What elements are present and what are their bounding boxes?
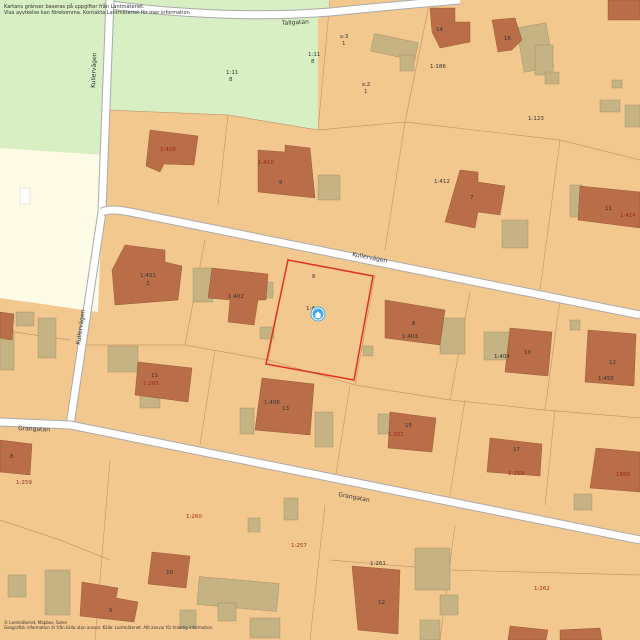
parcel-label: 1:262 (534, 586, 550, 592)
parcel-label: 11 (605, 206, 612, 212)
parcel-label: 12 (609, 360, 616, 366)
parcel-label: 10 (524, 350, 531, 356)
parcel-label: 1:409 (160, 147, 176, 153)
parcel-label: s:3 (340, 34, 349, 40)
parcel-label: 1 (364, 89, 368, 95)
parcel-label: 1:406 (264, 400, 280, 406)
parcel-label: 1:302 (388, 432, 404, 438)
parcel-label: 1:404 (494, 354, 510, 360)
parcel-label: 9 (279, 180, 283, 186)
parcel-label: 1:11 (226, 70, 238, 76)
parcel-label: 15 (405, 423, 412, 429)
parcel-label: 1:402 (228, 294, 244, 300)
parcel-label: 1:410 (258, 160, 274, 166)
parcel-label: 1:186 (430, 64, 446, 70)
home-pin-icon[interactable] (310, 306, 326, 322)
parcel-label: 1889 (616, 472, 630, 478)
notice-line: Visa avvikelse kan förekomma. Kontakta L… (4, 10, 192, 16)
parcel-label: 13 (282, 406, 289, 412)
parcel-label: 8 (311, 59, 315, 65)
parcel-label: 11 (151, 373, 158, 379)
parcel-label: 1:412 (434, 179, 450, 185)
map-copyright: © Lantmäteriet, Mapbox, Solen Geografisk… (4, 620, 213, 630)
parcel-label: 1:401 (140, 273, 156, 279)
parcel-label: 1:123 (528, 116, 544, 122)
shed (19, 187, 31, 205)
parcel-label: 1:257 (291, 543, 307, 549)
parcel-label: 14 (436, 27, 443, 33)
parcel-label: 17 (513, 447, 520, 453)
copyright-line: Geografisk information är från källa uta… (4, 625, 214, 630)
parcel-label: 1:11 (308, 52, 320, 58)
parcel-label: 5 (109, 608, 113, 614)
parcel-label: 1:205 (143, 381, 159, 387)
parcel-label: 1:260 (186, 514, 202, 520)
parcel-label: 6 (312, 274, 316, 280)
parcel-label: s:2 (362, 82, 370, 88)
parcel-label: 12 (378, 600, 385, 606)
street-label-kullervagen-left: Kullervägen (90, 52, 98, 88)
parcel-label: 1:259 (508, 471, 524, 477)
parcel-label: 1:403 (402, 334, 418, 340)
parcel-label: 8 (229, 77, 233, 83)
parcel-label: 7 (470, 195, 474, 201)
parcel-label: 2 (146, 281, 150, 287)
parcel-label: 8 (412, 321, 416, 327)
parcel-label: 1:455 (598, 376, 614, 382)
parcel-label: 1:259 (16, 480, 32, 486)
map-canvas: Tallgatan Kullervägen Kullervägen Kuller… (0, 0, 640, 640)
parcel-label: 1 (342, 41, 346, 47)
parcel-label: 8 (10, 454, 14, 460)
street-label-tallgatan: Tallgatan (281, 19, 310, 27)
parcel-label: 1:261 (370, 561, 386, 567)
map-notice: Kartans gränser baseras på uppgifter frå… (4, 4, 191, 16)
property-map[interactable]: Tallgatan Kullervägen Kullervägen Kuller… (0, 0, 640, 640)
parcel-label: 10 (166, 570, 173, 576)
parcel-label: 16 (504, 36, 511, 42)
parcel-label: 1:414 (620, 213, 636, 219)
